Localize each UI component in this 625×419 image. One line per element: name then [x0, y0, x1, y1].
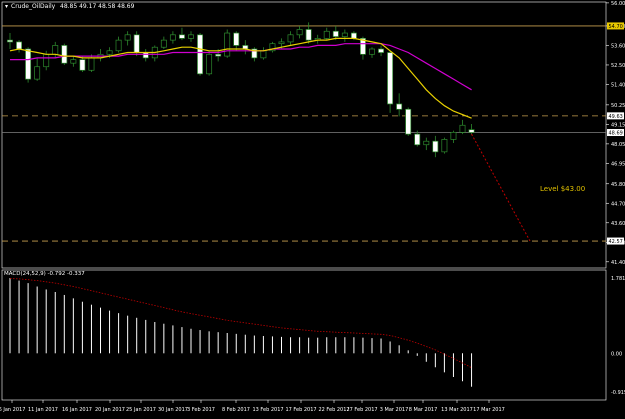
candle-body-12	[115, 39, 122, 52]
x-tick-label-0: 6 Jan 2017	[0, 407, 25, 413]
price-tag-label-0: 54.70	[609, 24, 623, 30]
candle-body-20	[188, 34, 194, 39]
candle-body-49	[450, 131, 457, 140]
y-tick-label-10: 44.70	[611, 201, 625, 207]
candle-body-24	[224, 32, 231, 57]
candle-body-4	[43, 53, 50, 68]
candle-body-42	[387, 52, 394, 105]
candle-body-41	[378, 48, 385, 53]
candle-body-43	[396, 103, 403, 110]
candle-body-32	[296, 29, 303, 36]
candle-body-15	[142, 52, 149, 59]
candle-body-19	[179, 34, 185, 39]
chart-svg: 56.00 54.70 53.60 52.50 51.40 50.25 49.15 48.05…	[0, 0, 625, 415]
x-tick-label-1: 11 Jan 2017	[28, 407, 58, 413]
candle-body-25	[233, 32, 240, 46]
y-tick-label-7: 48.05	[611, 142, 625, 148]
y-tick-label-9: 45.80	[611, 182, 625, 188]
candle-body-37	[341, 32, 348, 37]
macd-y-tick-label-2: -0.915	[611, 390, 625, 396]
x-tick-label-7: 8 Feb 2017	[222, 407, 250, 413]
x-tick-label-12: 3 Mar 2017	[380, 407, 409, 413]
y-tick-label-5: 50.25	[611, 103, 625, 109]
candle-body-45	[414, 133, 421, 146]
candle-body-13	[124, 34, 131, 41]
candle-body-30	[278, 41, 285, 45]
ohlc-header: 48.85 49.17 48.58 48.69	[60, 3, 135, 10]
candle-body-0	[7, 39, 13, 43]
level-annotation: Level $43.00	[540, 185, 585, 193]
x-tick-label-3: 20 Jan 2017	[95, 407, 125, 413]
price-tag-label-2: 48.69	[609, 131, 623, 137]
chart-title: Crude_OilDaily	[11, 3, 56, 10]
y-tick-label-8: 46.95	[611, 161, 625, 167]
candle-body-23	[215, 53, 222, 57]
x-tick-label-4: 25 Jan 2017	[126, 407, 156, 413]
candle-body-38	[350, 32, 357, 39]
price-tag-label-3: 42.57	[609, 239, 623, 245]
macd-y-tick-label-1: 0.00	[611, 351, 622, 357]
x-tick-label-8: 13 Feb 2017	[252, 407, 283, 413]
candle-body-28	[260, 50, 267, 59]
x-tick-label-13: 8 Mar 2017	[409, 407, 438, 413]
x-tick-label-11: 27 Feb 2017	[346, 407, 377, 413]
candle-body-31	[287, 34, 294, 43]
y-tick-label-4: 51.40	[611, 82, 625, 88]
candle-body-1	[16, 41, 23, 50]
macd-y-tick-label-0: 1.781	[611, 276, 625, 282]
y-tick-label-13: 41.40	[611, 260, 625, 266]
candle-body-33	[305, 29, 312, 41]
x-tick-label-14: 13 Mar 2017	[441, 407, 473, 413]
x-tick-label-5: 30 Jan 2017	[158, 407, 188, 413]
x-tick-label-6: 3 Feb 2017	[187, 407, 215, 413]
price-tag-label-1: 49.63	[609, 114, 623, 120]
chart-title-arrow[interactable]: ▾	[5, 3, 8, 10]
y-tick-label-2: 53.60	[611, 43, 625, 49]
x-tick-label-10: 22 Feb 2017	[318, 407, 349, 413]
chart-root: 56.00 54.70 53.60 52.50 51.40 50.25 49.15 48.05…	[0, 0, 625, 415]
x-tick-label-9: 17 Feb 2017	[285, 407, 316, 413]
candle-body-7	[70, 59, 77, 64]
candle-body-44	[405, 108, 412, 135]
y-tick-label-0: 56.00	[611, 1, 625, 7]
candle-body-14	[133, 34, 140, 53]
candle-body-50	[459, 124, 466, 133]
candle-body-5	[52, 45, 59, 55]
candle-body-17	[160, 39, 167, 48]
candle-body-21	[197, 34, 203, 75]
candle-body-40	[369, 48, 375, 55]
candle-body-11	[106, 50, 113, 55]
candle-body-9	[88, 57, 95, 71]
candle-body-8	[79, 59, 86, 71]
candle-body-18	[169, 34, 176, 41]
candle-body-48	[441, 139, 448, 153]
candle-body-22	[206, 53, 213, 75]
candle-body-36	[332, 30, 339, 37]
candle-body-47	[432, 140, 439, 153]
y-tick-label-11: 43.60	[611, 221, 625, 227]
candle-body-6	[61, 45, 68, 64]
candle-body-3	[34, 66, 41, 80]
candle-body-2	[25, 48, 32, 80]
candle-body-35	[323, 30, 330, 39]
y-tick-label-6: 49.15	[611, 122, 625, 128]
macd-label: MACD(24,52,9) -0.792 -0.337	[4, 271, 85, 277]
x-tick-label-15: 17 Mar 2017	[473, 407, 505, 413]
y-tick-label-3: 52.50	[611, 63, 625, 69]
x-tick-label-2: 16 Jan 2017	[62, 407, 92, 413]
candle-body-46	[423, 140, 430, 146]
candle-body-51	[468, 129, 475, 133]
